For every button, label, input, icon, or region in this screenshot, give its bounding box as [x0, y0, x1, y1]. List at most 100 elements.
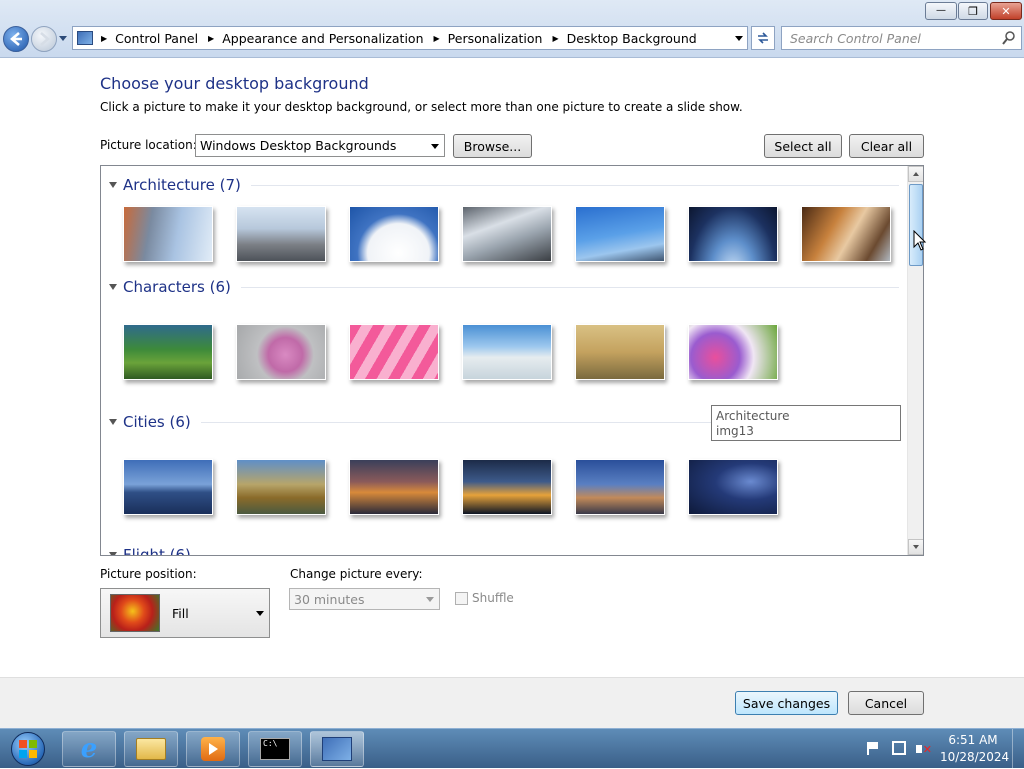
crumb-appearance[interactable]: Appearance and Personalization — [222, 31, 423, 46]
recent-pages-dropdown[interactable] — [59, 36, 67, 41]
scroll-up-button[interactable] — [908, 166, 923, 182]
position-preview-icon — [110, 594, 160, 632]
arrow-up-icon — [913, 172, 919, 176]
picture-gallery[interactable]: Architecture (7) Characters (6) Cities (… — [100, 165, 924, 556]
wallpaper-thumbnail[interactable] — [236, 206, 326, 262]
forward-button[interactable] — [31, 26, 57, 52]
interval-select[interactable]: 30 minutes — [289, 588, 440, 610]
internet-explorer-icon: e — [80, 734, 98, 764]
wallpaper-thumbnail[interactable] — [123, 324, 213, 380]
search-input[interactable]: Search Control Panel — [781, 26, 1022, 50]
page-title: Choose your desktop background — [100, 74, 369, 93]
network-icon[interactable] — [892, 741, 906, 755]
minimize-button[interactable]: — — [925, 2, 957, 20]
save-changes-button[interactable]: Save changes — [735, 691, 838, 715]
clock-date: 10/28/2024 — [940, 750, 1010, 764]
back-button[interactable] — [3, 26, 29, 52]
crumb-control-panel[interactable]: Control Panel — [115, 31, 198, 46]
content-area: Choose your desktop background Click a p… — [0, 59, 1024, 678]
wallpaper-thumbnail[interactable] — [349, 459, 439, 515]
control-panel-icon — [322, 737, 352, 761]
crumb-separator[interactable]: ▶ — [434, 34, 440, 43]
chevron-down-icon — [431, 143, 439, 149]
clock[interactable]: 6:51 AM 10/28/2024 — [940, 732, 1010, 766]
restore-button[interactable]: ❐ — [958, 2, 988, 20]
mouse-cursor-icon — [913, 230, 927, 251]
cancel-button[interactable]: Cancel — [848, 691, 924, 715]
wallpaper-thumbnail[interactable] — [575, 324, 665, 380]
wallpaper-thumbnail[interactable] — [462, 324, 552, 380]
back-arrow-icon — [10, 32, 22, 46]
desktop-background-window: — ❐ ✕ ▶ Control Panel ▶ Appearance and P… — [0, 0, 1024, 728]
group-header[interactable]: Architecture (7) — [109, 176, 899, 194]
close-button[interactable]: ✕ — [990, 2, 1022, 20]
shuffle-checkbox[interactable]: Shuffle — [455, 591, 514, 605]
taskbar: e C:\ ✕ 6:51 AM 10/28/2024 — [0, 728, 1024, 769]
forward-arrow-icon — [40, 32, 50, 46]
wallpaper-thumbnail[interactable] — [349, 324, 439, 380]
crumb-personalization[interactable]: Personalization — [448, 31, 543, 46]
taskbar-media-player[interactable] — [186, 731, 240, 767]
crumb-separator[interactable]: ▶ — [208, 34, 214, 43]
thumbnail-tooltip: Architecture img13 — [711, 405, 901, 441]
refresh-icon — [758, 32, 768, 44]
collapse-triangle-icon — [109, 182, 117, 188]
wallpaper-thumbnail[interactable] — [688, 206, 778, 262]
wallpaper-thumbnail[interactable] — [236, 324, 326, 380]
picture-position-label: Picture position: — [100, 567, 197, 581]
wallpaper-thumbnail[interactable] — [688, 324, 778, 380]
scroll-thumb[interactable] — [909, 184, 923, 266]
scroll-down-button[interactable] — [908, 539, 923, 555]
browse-button[interactable]: Browse... — [453, 134, 532, 158]
command-prompt-icon: C:\ — [260, 738, 290, 760]
chevron-down-icon — [256, 611, 264, 616]
folder-icon — [136, 738, 166, 760]
picture-location-select[interactable]: Windows Desktop Backgrounds — [195, 134, 445, 157]
page-subtitle: Click a picture to make it your desktop … — [100, 100, 743, 114]
address-root-chevron[interactable]: ▶ — [101, 34, 107, 43]
clear-all-button[interactable]: Clear all — [849, 134, 924, 158]
wallpaper-thumbnail[interactable] — [801, 206, 891, 262]
group-header[interactable]: Flight (6) — [109, 546, 899, 555]
clock-time: 6:51 AM — [948, 733, 998, 747]
wallpaper-thumbnail[interactable] — [123, 206, 213, 262]
windows-logo-icon — [11, 732, 45, 766]
media-player-icon — [201, 737, 225, 761]
crumb-separator[interactable]: ▶ — [552, 34, 558, 43]
action-center-flag-icon[interactable] — [867, 742, 879, 755]
taskbar-internet-explorer[interactable]: e — [62, 731, 116, 767]
chevron-down-icon — [426, 597, 434, 602]
refresh-button[interactable] — [751, 26, 775, 50]
minimize-icon: — — [936, 5, 946, 16]
collapse-triangle-icon — [109, 419, 117, 425]
crumb-desktop-background[interactable]: Desktop Background — [567, 31, 697, 46]
taskbar-explorer[interactable] — [124, 731, 178, 767]
wallpaper-thumbnail[interactable] — [123, 459, 213, 515]
volume-muted-icon[interactable]: ✕ — [916, 741, 932, 757]
address-bar[interactable]: ▶ Control Panel ▶ Appearance and Persona… — [72, 26, 748, 50]
window-chrome: — ❐ ✕ ▶ Control Panel ▶ Appearance and P… — [0, 0, 1024, 58]
address-dropdown-arrow[interactable] — [735, 36, 743, 41]
wallpaper-thumbnail[interactable] — [462, 206, 552, 262]
show-desktop-button[interactable] — [1012, 729, 1024, 769]
start-button[interactable] — [6, 730, 50, 768]
group-header[interactable]: Characters (6) — [109, 278, 899, 296]
collapse-triangle-icon — [109, 284, 117, 290]
checkbox-box — [455, 591, 468, 605]
wallpaper-thumbnail[interactable] — [349, 206, 439, 262]
wallpaper-thumbnail[interactable] — [688, 459, 778, 515]
control-panel-icon — [77, 31, 93, 45]
picture-location-label: Picture location: — [100, 138, 197, 152]
wallpaper-thumbnail[interactable] — [462, 459, 552, 515]
wallpaper-thumbnail[interactable] — [575, 459, 665, 515]
restore-icon: ❐ — [968, 4, 978, 18]
wallpaper-thumbnail[interactable] — [575, 206, 665, 262]
taskbar-control-panel[interactable] — [310, 731, 364, 767]
change-picture-label: Change picture every: — [290, 567, 423, 581]
wallpaper-thumbnail[interactable] — [236, 459, 326, 515]
search-icon — [1002, 31, 1015, 45]
select-all-button[interactable]: Select all — [764, 134, 842, 158]
taskbar-command-prompt[interactable]: C:\ — [248, 731, 302, 767]
gallery-scrollbar[interactable] — [907, 166, 923, 555]
picture-position-select[interactable]: Fill — [100, 588, 270, 638]
